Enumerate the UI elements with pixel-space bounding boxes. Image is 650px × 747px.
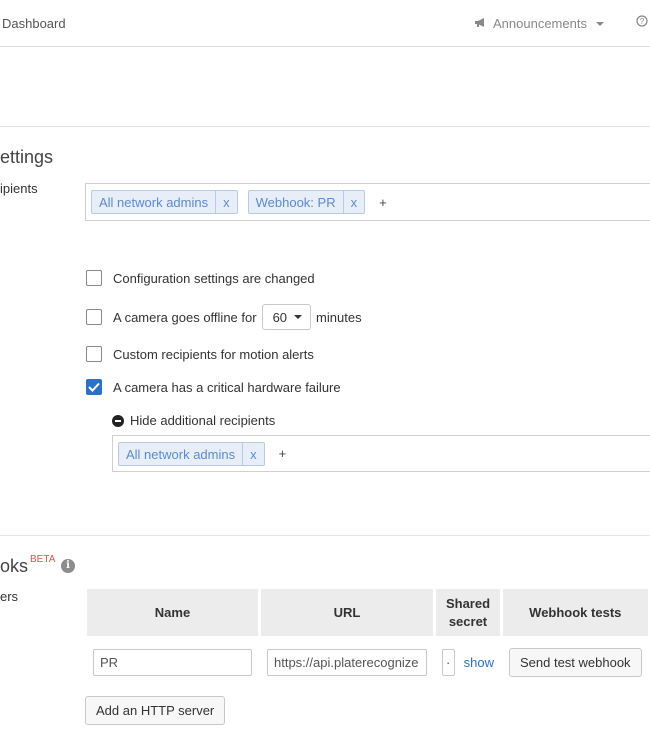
send-test-webhook-button[interactable]: Send test webhook	[508, 648, 642, 677]
beta-badge: BETA	[30, 554, 56, 565]
option-config-changed[interactable]: Configuration settings are changed	[86, 270, 315, 286]
table-header-row: Name URL Shared secret Webhook tests	[87, 589, 650, 636]
megaphone-icon	[474, 16, 487, 31]
chevron-down-icon	[595, 21, 604, 26]
additional-recipients-token-input[interactable]: All network admins x +	[112, 435, 650, 472]
column-header-name: Name	[87, 589, 261, 636]
offline-minutes-select[interactable]: 60	[261, 304, 312, 330]
remove-token-button[interactable]: x	[242, 442, 264, 465]
webhooks-section-title: oks	[0, 556, 29, 576]
hide-additional-recipients-toggle[interactable]: Hide additional recipients	[112, 413, 275, 428]
checkbox[interactable]	[86, 346, 102, 362]
info-icon[interactable]: i	[61, 559, 75, 573]
option-hardware-failure[interactable]: A camera has a critical hardware failure	[86, 379, 341, 395]
option-label: A camera goes offline for	[113, 309, 257, 325]
dashboard-link[interactable]: Dashboard	[2, 16, 66, 31]
recipients-token-input[interactable]: All network admins x Webhook: PR x +	[85, 183, 650, 221]
cell-name: PR	[87, 636, 261, 689]
webhook-url-input[interactable]: https://api.platerecognize	[267, 649, 427, 676]
checkbox[interactable]	[86, 270, 102, 286]
cell-shared-secret: · show	[436, 636, 503, 689]
checkbox[interactable]	[86, 309, 102, 325]
checkbox-checked[interactable]	[86, 379, 102, 395]
help-circle-icon[interactable]: ?	[636, 15, 648, 30]
option-label: A camera has a critical hardware failure	[113, 379, 341, 395]
option-label: Custom recipients for motion alerts	[113, 346, 314, 362]
add-recipient-button[interactable]: +	[279, 446, 287, 461]
alerts-section-title: ettings	[0, 147, 54, 167]
chevron-down-icon	[294, 315, 303, 319]
cell-webhook-tests: Send test webhook	[503, 636, 650, 689]
option-camera-offline[interactable]: A camera goes offline for 60 minutes	[86, 304, 362, 330]
table-row: PR https://api.platerecognize · show Sen…	[87, 636, 650, 689]
svg-text:?: ?	[640, 17, 645, 26]
recipient-token: All network admins x	[118, 441, 265, 466]
option-label-suffix: minutes	[316, 309, 362, 325]
remove-token-button[interactable]: x	[342, 191, 365, 213]
webhooks-table: Name URL Shared secret Webhook tests PR …	[87, 589, 650, 689]
recipient-token-label: All network admins	[126, 446, 236, 462]
section-divider	[0, 126, 650, 127]
announcements-label: Announcements	[493, 16, 587, 31]
hide-additional-label: Hide additional recipients	[130, 413, 276, 428]
top-navbar: Dashboard Announcements ?	[0, 0, 650, 47]
shared-secret-input[interactable]: ·	[442, 649, 455, 676]
check-icon	[88, 382, 100, 392]
add-recipient-button[interactable]: +	[379, 195, 387, 210]
column-header-webhook-tests: Webhook tests	[502, 589, 650, 636]
show-secret-link[interactable]: show	[464, 655, 494, 670]
section-divider	[0, 535, 650, 536]
recipient-token: All network admins x	[91, 190, 238, 214]
column-header-shared-secret: Shared secret	[436, 589, 503, 636]
option-label: Configuration settings are changed	[113, 270, 315, 286]
recipients-label: ipients	[0, 181, 38, 196]
add-http-server-button[interactable]: Add an HTTP server	[85, 696, 226, 725]
cell-url: https://api.platerecognize	[261, 636, 436, 689]
minus-circle-icon	[112, 414, 124, 427]
remove-token-button[interactable]: x	[215, 191, 237, 213]
webhook-name-input[interactable]: PR	[93, 649, 252, 676]
recipient-token-label: Webhook: PR	[255, 195, 336, 210]
recipient-token: Webhook: PR x	[247, 190, 366, 214]
select-value: 60	[272, 309, 288, 325]
column-header-url: URL	[261, 589, 436, 636]
option-custom-motion[interactable]: Custom recipients for motion alerts	[86, 346, 314, 362]
http-servers-label: ers	[0, 589, 19, 604]
recipient-token-label: All network admins	[99, 195, 209, 210]
announcements-menu[interactable]: Announcements	[474, 16, 604, 31]
